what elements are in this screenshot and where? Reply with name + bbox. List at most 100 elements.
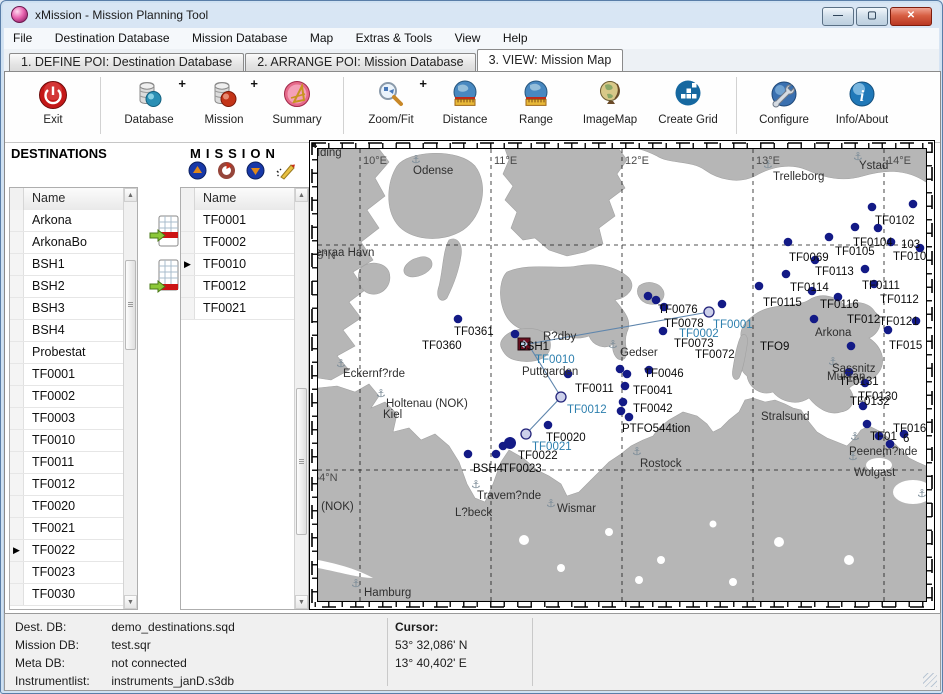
station-dot[interactable]: [511, 330, 520, 339]
table-row[interactable]: BSH1: [10, 254, 124, 276]
table-row[interactable]: ArkonaBo: [10, 232, 124, 254]
tab-view-mission-map[interactable]: 3. VIEW: Mission Map: [477, 49, 624, 71]
table-row[interactable]: BSH3: [10, 298, 124, 320]
destinations-scrollbar[interactable]: ▲ ▼: [123, 188, 137, 609]
mission-map[interactable]: ⚓⚓⚓⚓⚓⚓⚓⚓⚓⚓⚓⚓⚓⚓10°E11°E12°E13°E14°E55°N54…: [309, 140, 937, 611]
name-cell[interactable]: TF0001: [24, 364, 124, 385]
name-cell[interactable]: TF0003: [24, 408, 124, 429]
station-dot[interactable]: [718, 300, 727, 309]
station-dot[interactable]: [755, 282, 764, 291]
name-cell[interactable]: TF0011: [24, 452, 124, 473]
menu-view[interactable]: View: [446, 28, 490, 49]
name-cell[interactable]: BSH1: [24, 254, 124, 275]
name-column-header[interactable]: Name: [24, 188, 137, 210]
menu-file[interactable]: File: [4, 28, 41, 49]
table-row[interactable]: TF0001: [10, 364, 124, 386]
minimize-button[interactable]: —: [822, 7, 854, 26]
menu-mission-database[interactable]: Mission Database: [183, 28, 296, 49]
name-cell[interactable]: TF0002: [195, 232, 295, 253]
waypoint-circle[interactable]: [521, 429, 531, 439]
station-dot[interactable]: [810, 315, 819, 324]
append-destination-button[interactable]: [147, 255, 183, 297]
scroll-down-icon[interactable]: ▼: [124, 595, 137, 609]
station-dot[interactable]: [909, 200, 918, 209]
table-row[interactable]: TF0002: [10, 386, 124, 408]
zoom-fit-button[interactable]: + Zoom/Fit: [353, 76, 429, 126]
menu-extras-tools[interactable]: Extras & Tools: [347, 28, 441, 49]
tab-arrange-poi[interactable]: 2. ARRANGE POI: Mission Database: [245, 53, 475, 71]
title-bar[interactable]: xMission - Mission Planning Tool — ▢ ✕: [1, 1, 942, 28]
station-dot[interactable]: [492, 450, 501, 459]
table-row[interactable]: TF0021: [181, 298, 295, 320]
range-button[interactable]: Range: [501, 76, 571, 126]
scroll-up-icon[interactable]: ▲: [124, 188, 137, 202]
name-cell[interactable]: BSH2: [24, 276, 124, 297]
name-cell[interactable]: TF0021: [24, 518, 124, 539]
station-dot[interactable]: [625, 413, 634, 422]
station-dot[interactable]: [616, 365, 625, 374]
station-dot[interactable]: [619, 398, 628, 407]
destinations-table[interactable]: Name ArkonaArkonaBoBSH1BSH2BSH3BSH4Probe…: [9, 187, 138, 610]
station-dot[interactable]: [621, 382, 630, 391]
name-cell[interactable]: BSH4: [24, 320, 124, 341]
table-row[interactable]: TF0020: [10, 496, 124, 518]
station-dot[interactable]: [863, 420, 872, 429]
menu-map[interactable]: Map: [301, 28, 342, 49]
station-dot[interactable]: [784, 238, 793, 247]
mission-button[interactable]: + Mission: [188, 76, 260, 126]
table-row[interactable]: TF0012: [10, 474, 124, 496]
close-button[interactable]: ✕: [890, 7, 932, 26]
station-dot[interactable]: [825, 233, 834, 242]
station-dot[interactable]: [847, 342, 856, 351]
table-row[interactable]: TF0023: [10, 562, 124, 584]
create-grid-button[interactable]: Create Grid: [649, 76, 727, 126]
table-row[interactable]: Probestat: [10, 342, 124, 364]
table-row[interactable]: TF0002: [181, 232, 295, 254]
waypoint-circle[interactable]: [704, 307, 714, 317]
name-cell[interactable]: ArkonaBo: [24, 232, 124, 253]
name-cell[interactable]: TF0021: [195, 298, 295, 319]
station-dot[interactable]: [652, 296, 661, 305]
mission-scrollbar[interactable]: ▲ ▼: [294, 188, 308, 609]
scroll-up-icon[interactable]: ▲: [295, 188, 308, 202]
table-row[interactable]: TF0021: [10, 518, 124, 540]
table-row[interactable]: TF0001: [181, 210, 295, 232]
tab-define-poi[interactable]: 1. DEFINE POI: Destination Database: [9, 53, 244, 71]
resize-grip[interactable]: [923, 673, 937, 687]
name-cell[interactable]: TF0022: [24, 540, 124, 561]
arrow-down-circle-icon[interactable]: [246, 161, 265, 180]
station-dot[interactable]: [644, 292, 653, 301]
table-row[interactable]: Arkona: [10, 210, 124, 232]
station-dot[interactable]: [868, 203, 877, 212]
table-row[interactable]: BSH4: [10, 320, 124, 342]
name-cell[interactable]: BSH3: [24, 298, 124, 319]
table-row[interactable]: ▶TF0010: [181, 254, 295, 276]
insert-destination-button[interactable]: [147, 211, 183, 253]
name-cell[interactable]: TF0001: [195, 210, 295, 231]
name-cell[interactable]: TF0030: [24, 584, 124, 605]
table-row[interactable]: TF0012: [181, 276, 295, 298]
station-dot[interactable]: [851, 223, 860, 232]
name-cell[interactable]: TF0012: [24, 474, 124, 495]
name-cell[interactable]: TF0020: [24, 496, 124, 517]
table-row[interactable]: TF0003: [10, 408, 124, 430]
name-cell[interactable]: TF0010: [195, 254, 295, 275]
configure-button[interactable]: Configure: [746, 76, 822, 126]
table-row[interactable]: TF0030: [10, 584, 124, 606]
arrow-up-circle-icon[interactable]: [188, 161, 207, 180]
station-dot[interactable]: [617, 407, 626, 416]
name-cell[interactable]: Arkona: [24, 210, 124, 231]
reload-icon[interactable]: [217, 161, 236, 180]
name-cell[interactable]: Probestat: [24, 342, 124, 363]
waypoint-circle[interactable]: [556, 392, 566, 402]
info-about-button[interactable]: i Info/About: [822, 76, 902, 126]
scrollbar-thumb[interactable]: [125, 260, 136, 350]
name-cell[interactable]: TF0010: [24, 430, 124, 451]
table-row[interactable]: TF0011: [10, 452, 124, 474]
station-dot[interactable]: [499, 442, 508, 451]
scroll-down-icon[interactable]: ▼: [295, 595, 308, 609]
station-dot[interactable]: [861, 265, 870, 274]
table-row[interactable]: TF0010: [10, 430, 124, 452]
station-dot[interactable]: [454, 315, 463, 324]
station-dot[interactable]: [782, 270, 791, 279]
